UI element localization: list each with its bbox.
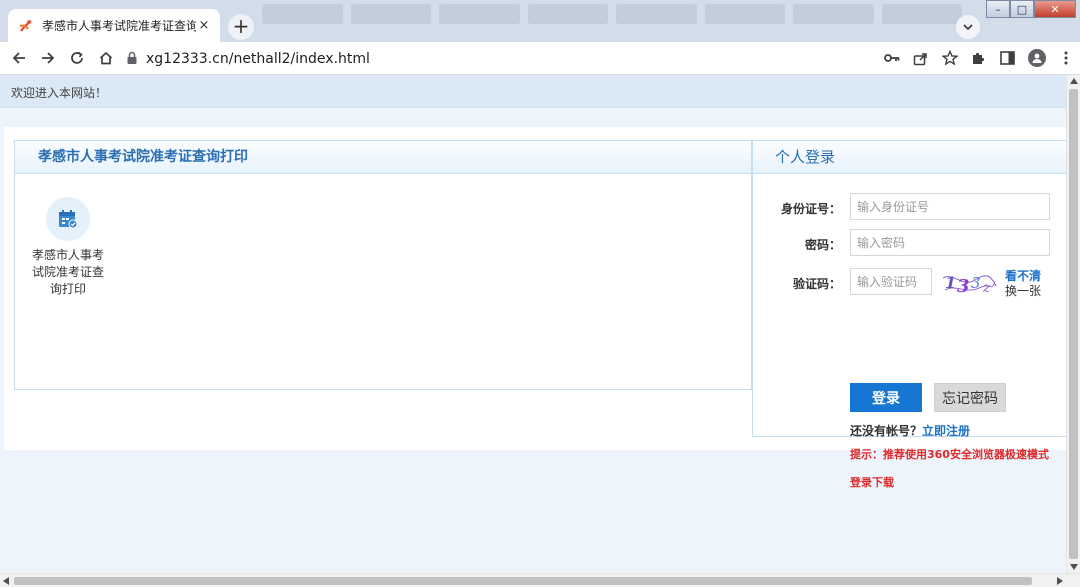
back-arrow-icon[interactable] (8, 47, 30, 69)
profile-avatar-icon[interactable] (1022, 47, 1051, 69)
browser-menu-icon[interactable] (1051, 47, 1080, 69)
tab-search-chevron-icon[interactable] (956, 15, 980, 39)
maximize-button[interactable]: □ (1010, 0, 1034, 18)
password-row: 密码： (753, 229, 1066, 257)
svg-text:3: 3 (957, 276, 970, 297)
background-window-tabs (262, 4, 962, 24)
service-panel: 孝感市人事考试院准考证查询打印 孝感市人事考试院准考证查询打印 (14, 140, 752, 390)
browser-tip: 提示：推荐使用360安全浏览器极速模式 (850, 448, 1049, 461)
browser-tab-active[interactable]: 孝感市人事考试院准考证查询打印 × (8, 9, 220, 42)
scroll-right-arrow-icon[interactable] (1057, 577, 1063, 585)
svg-text:z: z (982, 280, 991, 296)
id-number-label: 身份证号： (780, 202, 841, 216)
horizontal-scrollbar[interactable] (0, 573, 1080, 587)
svg-text:1: 1 (945, 273, 956, 292)
login-panel: 个人登录 身份证号： 密码： 验证码： 1 3 3 z 看不清 换一张 (752, 140, 1066, 489)
captcha-refresh-links: 看不清 换一张 (1005, 269, 1041, 299)
lock-icon[interactable] (126, 51, 138, 68)
tab-close-icon[interactable]: × (196, 18, 212, 34)
password-key-icon[interactable] (877, 47, 906, 69)
register-link[interactable]: 立即注册 (922, 424, 970, 438)
browser-toolbar: xg12333.cn/nethall2/index.html (0, 42, 1080, 75)
password-input[interactable] (850, 229, 1050, 256)
captcha-row: 验证码： 1 3 3 z 看不清 换一张 (753, 268, 1066, 299)
home-icon[interactable] (95, 47, 117, 69)
page-viewport: 欢迎进入本网站！ 孝感市人事考试院准考证查询打印 孝感市人事考试院准考证查询打印… (0, 75, 1066, 573)
id-number-row: 身份证号： (753, 193, 1066, 221)
captcha-image[interactable]: 1 3 3 z (941, 268, 997, 298)
svg-text:3: 3 (971, 274, 981, 292)
vertical-scroll-thumb[interactable] (1069, 89, 1078, 559)
new-tab-button[interactable]: + (228, 14, 254, 40)
login-panel-title: 个人登录 (753, 141, 1066, 174)
tab-title: 孝感市人事考试院准考证查询打印 (42, 19, 196, 33)
scroll-up-arrow-icon[interactable] (1070, 78, 1078, 84)
no-account-text: 还没有帐号？ (850, 424, 923, 438)
url-text: xg12333.cn/nethall2/index.html (146, 51, 370, 67)
register-prompt: 还没有帐号？立即注册 (850, 422, 970, 439)
scroll-down-arrow-icon[interactable] (1070, 564, 1078, 570)
browser-tabstrip: 孝感市人事考试院准考证查询打印 × + – □ ✕ (0, 0, 1080, 42)
admission-ticket-app-label: 孝感市人事考试院准考证查询打印 (31, 248, 104, 296)
login-download-link[interactable]: 登录下载 (850, 474, 894, 490)
share-icon[interactable] (906, 47, 935, 69)
calendar-check-icon[interactable] (46, 197, 90, 241)
site-favicon-icon (18, 18, 34, 34)
bookmark-star-icon[interactable] (935, 47, 964, 69)
service-panel-title: 孝感市人事考试院准考证查询打印 (15, 141, 751, 174)
captcha-refresh-link[interactable]: 看不清 (1005, 269, 1041, 284)
extensions-puzzle-icon[interactable] (964, 47, 993, 69)
password-label: 密码： (804, 238, 841, 252)
id-number-input[interactable] (850, 193, 1050, 220)
reload-icon[interactable] (66, 47, 88, 69)
side-panel-icon[interactable] (993, 47, 1022, 69)
welcome-bar: 欢迎进入本网站！ (0, 75, 1066, 108)
minimize-button[interactable]: – (986, 0, 1010, 18)
captcha-input[interactable] (850, 268, 932, 295)
scroll-left-arrow-icon[interactable] (3, 577, 9, 585)
captcha-change-link[interactable]: 换一张 (1005, 284, 1041, 299)
window-close-button[interactable]: ✕ (1034, 0, 1076, 18)
horizontal-scroll-thumb[interactable] (14, 577, 1032, 585)
forward-arrow-icon[interactable] (37, 47, 59, 69)
toolbar-actions (877, 47, 1080, 69)
captcha-label: 验证码： (792, 277, 841, 291)
login-button[interactable]: 登录 (850, 383, 922, 412)
admission-ticket-app[interactable]: 孝感市人事考试院准考证查询打印 (27, 197, 109, 298)
vertical-scrollbar[interactable] (1066, 75, 1080, 573)
forgot-password-button[interactable]: 忘记密码 (934, 383, 1006, 412)
window-controls: – □ ✕ (986, 0, 1076, 18)
